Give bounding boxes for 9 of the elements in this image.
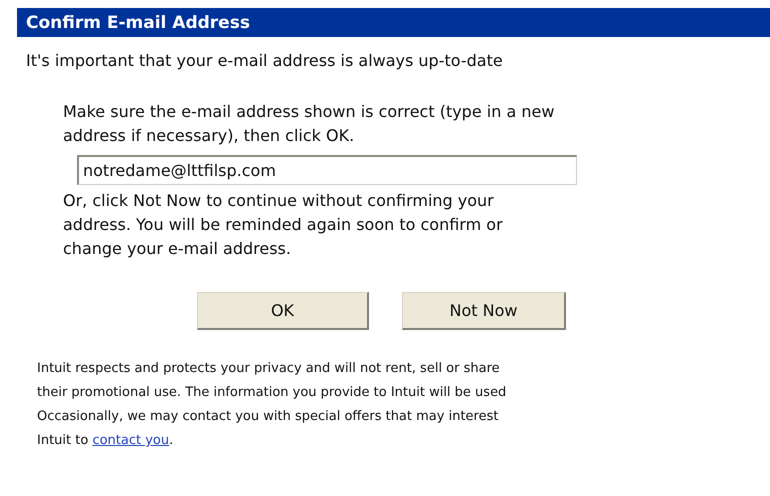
contact-link[interactable]: contact you: [92, 433, 170, 448]
intro-text: It's important that your e-mail address is always up-to-date: [26, 51, 504, 70]
email-field[interactable]: notredame@lttfilsp.com: [77, 155, 577, 185]
dialog-title: Confirm E-mail Address: [17, 8, 770, 37]
not-now-button[interactable]: Not Now: [402, 292, 566, 330]
not-now-explanation: Or, click Not Now to continue without confirming your address. You will be reminded again soon to confirm or change your e-mail address.: [63, 190, 504, 260]
privacy-notice: Intuit respects and protects your privacy and will not rent, sell or share their promotional use. The information you provide to Intuit will be used Occasionally, we may contact you with special offers that may interest Intuit to contact you.: [37, 360, 508, 450]
ok-button[interactable]: OK: [197, 292, 369, 330]
instruction-text: Make sure the e-mail address shown is correct (type in a new address if necessary), then click OK.: [63, 101, 556, 147]
